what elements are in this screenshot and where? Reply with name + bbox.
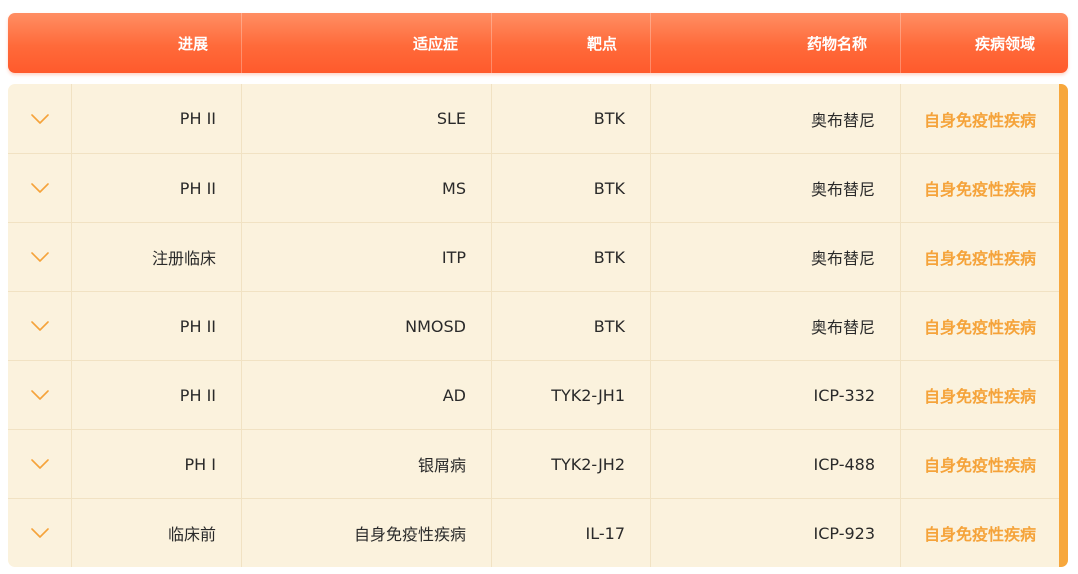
cell-target: BTK — [491, 223, 650, 291]
cell-area: 自身免疫性疾病 — [900, 361, 1059, 429]
cell-progress: PH II — [71, 361, 241, 429]
table-row[interactable]: 自身免疫性疾病 奥布替尼 BTK NMOSD PH II — [8, 291, 1059, 360]
cell-progress: 注册临床 — [71, 223, 241, 291]
cell-drug: 奥布替尼 — [650, 154, 900, 222]
table-body: 自身免疫性疾病 奥布替尼 BTK SLE PH II 自身免疫性疾病 奥布替尼 BTK MS PH… — [8, 84, 1068, 567]
table-header: 疾病领域 药物名称 靶点 适应症 进展 — [8, 13, 1068, 73]
cell-drug: ICP-923 — [650, 499, 900, 567]
expand-row-button[interactable] — [8, 361, 71, 429]
chevron-down-icon — [30, 183, 49, 193]
cell-area: 自身免疫性疾病 — [900, 84, 1059, 153]
cell-drug: ICP-332 — [650, 361, 900, 429]
cell-indication: 银屑病 — [241, 430, 491, 498]
cell-area: 自身免疫性疾病 — [900, 223, 1059, 291]
cell-area: 自身免疫性疾病 — [900, 499, 1059, 567]
chevron-down-icon — [30, 113, 49, 124]
table-row[interactable]: 自身免疫性疾病 ICP-332 TYK2-JH1 AD PH II — [8, 360, 1059, 429]
cell-indication: 自身免疫性疾病 — [241, 499, 491, 567]
cell-target: BTK — [491, 292, 650, 360]
chevron-down-icon — [30, 390, 49, 400]
cell-drug: 奥布替尼 — [650, 292, 900, 360]
table-row[interactable]: 自身免疫性疾病 奥布替尼 BTK SLE PH II — [8, 84, 1059, 153]
cell-target: BTK — [491, 84, 650, 153]
cell-progress: 临床前 — [71, 499, 241, 567]
header-area: 疾病领域 — [900, 13, 1068, 73]
chevron-down-icon — [30, 528, 49, 538]
cell-area: 自身免疫性疾病 — [900, 154, 1059, 222]
cell-progress: PH II — [71, 84, 241, 153]
table-row[interactable]: 自身免疫性疾病 ICP-923 IL-17 自身免疫性疾病 临床前 — [8, 498, 1059, 567]
header-target: 靶点 — [491, 13, 650, 73]
expand-row-button[interactable] — [8, 154, 71, 222]
header-indication: 适应症 — [241, 13, 491, 73]
chevron-down-icon — [30, 459, 49, 469]
cell-indication: SLE — [241, 84, 491, 153]
cell-progress: PH I — [71, 430, 241, 498]
cell-area: 自身免疫性疾病 — [900, 292, 1059, 360]
cell-target: TYK2-JH2 — [491, 430, 650, 498]
cell-indication: MS — [241, 154, 491, 222]
cell-indication: AD — [241, 361, 491, 429]
chevron-down-icon — [30, 321, 49, 331]
table-row[interactable]: 自身免疫性疾病 奥布替尼 BTK MS PH II — [8, 153, 1059, 222]
cell-target: TYK2-JH1 — [491, 361, 650, 429]
chevron-down-icon — [30, 252, 49, 262]
header-progress: 进展 — [177, 34, 208, 53]
expand-row-button[interactable] — [8, 430, 71, 498]
expand-row-button[interactable] — [8, 292, 71, 360]
cell-drug: ICP-488 — [650, 430, 900, 498]
cell-progress: PH II — [71, 154, 241, 222]
expand-row-button[interactable] — [8, 84, 71, 153]
table-row[interactable]: 自身免疫性疾病 ICP-488 TYK2-JH2 银屑病 PH I — [8, 429, 1059, 498]
cell-area: 自身免疫性疾病 — [900, 430, 1059, 498]
cell-indication: NMOSD — [241, 292, 491, 360]
cell-drug: 奥布替尼 — [650, 223, 900, 291]
cell-drug: 奥布替尼 — [650, 84, 900, 153]
cell-target: IL-17 — [491, 499, 650, 567]
header-drug: 药物名称 — [650, 13, 900, 73]
cell-progress: PH II — [71, 292, 241, 360]
table-row[interactable]: 自身免疫性疾病 奥布替尼 BTK ITP 注册临床 — [8, 222, 1059, 291]
expand-row-button[interactable] — [8, 223, 71, 291]
expand-row-button[interactable] — [8, 499, 71, 567]
cell-target: BTK — [491, 154, 650, 222]
pipeline-table: 疾病领域 药物名称 靶点 适应症 进展 自身免疫性疾病 奥布替尼 BTK SLE PH … — [8, 13, 1068, 567]
cell-indication: ITP — [241, 223, 491, 291]
